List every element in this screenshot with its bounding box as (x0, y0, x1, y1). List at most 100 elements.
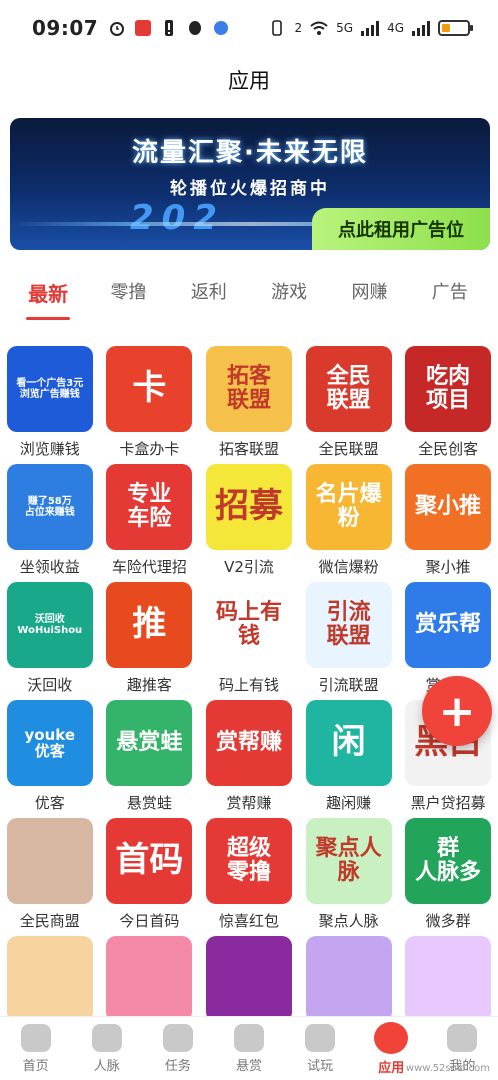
app-icon[interactable]: 全民 联盟 (305, 346, 392, 432)
app-tile[interactable]: 首码 今日首码 (100, 818, 200, 936)
app-icon[interactable]: 赚了58万 占位来赚钱 (6, 464, 93, 550)
app-icon-text: 聚点人脉 (315, 835, 382, 885)
app-tile[interactable] (398, 936, 498, 1016)
app-tile[interactable]: 拓客 联盟 拓客联盟 (199, 346, 299, 464)
app-icon-text (145, 975, 153, 983)
app-tile[interactable]: 超级 零撸 惊喜红包 (199, 818, 299, 936)
app-icon-text (245, 975, 253, 983)
app-icon[interactable] (305, 936, 392, 1016)
app-tile[interactable]: 聚点人脉 聚点人脉 (299, 818, 399, 936)
tab-1[interactable]: 零撸 (88, 268, 168, 320)
app-icon[interactable]: 群 人脉多 (405, 818, 492, 904)
app-icon[interactable]: 引流 联盟 (305, 582, 392, 668)
app-tile[interactable] (199, 936, 299, 1016)
app-tile[interactable]: 吃肉 项目 全民创客 (398, 346, 498, 464)
add-button[interactable]: + (422, 676, 492, 746)
app-icon[interactable] (6, 936, 93, 1016)
app-icon[interactable]: 码上有钱 (205, 582, 292, 668)
app-icon[interactable]: 卡 (106, 346, 193, 432)
app-icon-text: 聚小推 (415, 493, 482, 519)
app-icon[interactable]: 推 (106, 582, 193, 668)
app-tile[interactable]: 看一个广告3元 浏览广告赚钱浏览赚钱 (0, 346, 100, 464)
app-icon[interactable] (205, 936, 292, 1016)
app-icon[interactable]: 吃肉 项目 (405, 346, 492, 432)
tab-0[interactable]: 最新 (8, 268, 88, 320)
nav-item-4[interactable]: 试玩 (285, 1017, 356, 1080)
app-tile[interactable] (100, 936, 200, 1016)
nav-label: 人脉 (93, 1058, 120, 1074)
nav-item-1[interactable]: 人脉 (71, 1017, 142, 1080)
app-icon[interactable]: 招募 (205, 464, 292, 550)
app-label: 卡盒办卡 (119, 440, 180, 458)
vibrate-icon (272, 20, 283, 36)
wifi-icon (310, 21, 328, 35)
app-tile[interactable]: 悬赏蛙 悬赏蛙 (100, 700, 200, 818)
app-tile[interactable]: 全民商盟 (0, 818, 100, 936)
app-icon-text: 推 (132, 604, 167, 645)
app-tile[interactable]: 赚了58万 占位来赚钱 坐领收益 (0, 464, 100, 582)
app-icon[interactable]: 首码 (106, 818, 193, 904)
app-icon[interactable] (405, 936, 492, 1016)
app-tile[interactable]: 招募 V2引流 (199, 464, 299, 582)
app-icon[interactable]: 看一个广告3元 浏览广告赚钱 (6, 346, 93, 432)
signal-icon-2 (412, 20, 430, 36)
nav-item-0[interactable]: 首页 (0, 1017, 71, 1080)
app-icon[interactable]: 赏乐帮 (405, 582, 492, 668)
app-icon[interactable]: 聚小推 (405, 464, 492, 550)
app-icon[interactable]: 拓客 联盟 (205, 346, 292, 432)
app-label: 浏览赚钱 (19, 440, 80, 458)
tab-2[interactable]: 返利 (169, 268, 249, 320)
tab-4[interactable]: 网赚 (329, 268, 409, 320)
banner-subline: 轮播位火爆招商中 (170, 179, 330, 199)
app-label: 全民联盟 (318, 440, 379, 458)
app-icon-text: 吃肉 项目 (426, 363, 471, 413)
app-icon-text: 名片爆粉 (315, 481, 382, 531)
app-icon[interactable]: 赏帮赚 (205, 700, 292, 786)
app-tile[interactable]: 推趣推客 (100, 582, 200, 700)
app-tile[interactable]: 引流 联盟 引流联盟 (299, 582, 399, 700)
app-tile[interactable]: 码上有钱 码上有钱 (199, 582, 299, 700)
tab-3[interactable]: 游戏 (249, 268, 329, 320)
app-icon[interactable]: 沃回收 WoHuiShou (6, 582, 93, 668)
app-tile[interactable] (0, 936, 100, 1016)
rent-ad-button[interactable]: 点此租用广告位 (312, 208, 490, 250)
app-icon[interactable]: 聚点人脉 (305, 818, 392, 904)
nav-icon (20, 1023, 51, 1052)
nav-icon (305, 1023, 336, 1052)
app-icon-text: 卡 (132, 368, 167, 409)
tab-5[interactable]: 广告 (410, 268, 490, 320)
app-tile[interactable]: 群 人脉多 微多群 (398, 818, 498, 936)
nav-item-3[interactable]: 悬赏 (213, 1017, 284, 1080)
app-tile[interactable]: 名片爆粉 微信爆粉 (299, 464, 399, 582)
signal-icon (361, 20, 380, 36)
nav-label: 首页 (22, 1058, 49, 1074)
app-tile[interactable] (299, 936, 399, 1016)
app-label: 聚点人脉 (318, 912, 379, 930)
app-icon-text: 赚了58万 占位来赚钱 (24, 496, 75, 518)
nav-item-2[interactable]: 任务 (142, 1017, 213, 1080)
app-label: 全民商盟 (19, 912, 80, 930)
app-tile[interactable]: 沃回收 WoHuiShou 沃回收 (0, 582, 100, 700)
app-tile[interactable]: 闲趣闲赚 (299, 700, 399, 818)
app-grid: 看一个广告3元 浏览广告赚钱 浏览赚钱卡卡盒办卡 拓客 联盟 拓客联盟 全民 联盟 全民联… (0, 346, 498, 1016)
app-tile[interactable]: 专业 车险 车险代理招 (100, 464, 200, 582)
app-icon[interactable]: 闲 (305, 700, 392, 786)
nav-label: 试玩 (307, 1058, 334, 1074)
app-icon-text: 引流 联盟 (326, 599, 371, 649)
app-icon-text (345, 975, 353, 983)
status-bar: 09:07 2 5G 4G (0, 0, 498, 56)
app-icon[interactable]: 名片爆粉 (305, 464, 392, 550)
app-tile[interactable]: youke 优客 优客 (0, 700, 100, 818)
app-tile[interactable]: 全民 联盟 全民联盟 (299, 346, 399, 464)
app-tile[interactable]: 卡卡盒办卡 (100, 346, 200, 464)
app-icon[interactable]: 超级 零撸 (205, 818, 292, 904)
app-tile[interactable]: 聚小推 聚小推 (398, 464, 498, 582)
promo-banner[interactable]: 流量汇聚·未来无限 轮播位火爆招商中 202 点此租用广告位 (10, 118, 490, 250)
app-icon[interactable] (6, 818, 93, 904)
app-icon[interactable]: youke 优客 (6, 700, 93, 786)
watermark: www.52solo.com (405, 1063, 490, 1074)
app-icon[interactable] (106, 936, 193, 1016)
app-icon[interactable]: 悬赏蛙 (106, 700, 193, 786)
app-tile[interactable]: 赏帮赚 赏帮赚 (199, 700, 299, 818)
app-icon[interactable]: 专业 车险 (106, 464, 193, 550)
